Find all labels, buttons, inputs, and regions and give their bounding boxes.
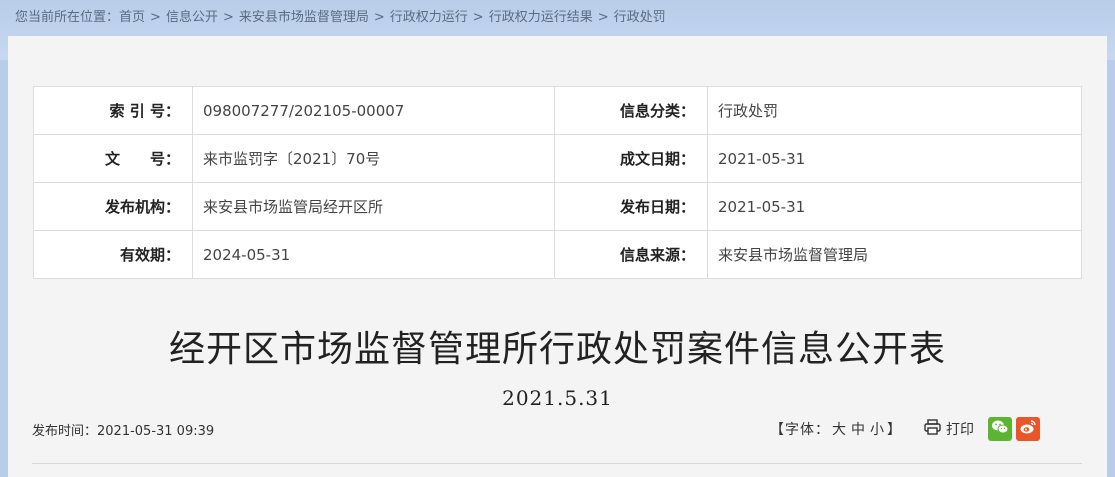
weibo-icon — [1019, 419, 1037, 439]
weibo-share-button[interactable] — [1016, 417, 1040, 441]
publish-date-value: 2021-05-31 — [707, 182, 1082, 231]
breadcrumb-separator: > — [150, 10, 161, 25]
document-number-value: 来市监罚字〔2021〕70号 — [192, 134, 555, 183]
publisher-label: 发布机构： — [33, 182, 193, 231]
breadcrumb-separator: > — [597, 10, 609, 25]
wechat-share-button[interactable] — [988, 417, 1012, 441]
share-buttons — [988, 417, 1044, 441]
written-date-value: 2021-05-31 — [707, 134, 1082, 183]
info-category-label: 信息分类： — [554, 86, 708, 135]
document-date: 2021.5.31 — [502, 386, 613, 410]
breadcrumb-info-public[interactable]: 信息公开 — [166, 10, 218, 25]
breadcrumb-admin-penalty[interactable]: 行政处罚 — [614, 10, 666, 25]
font-size-large[interactable]: 大 — [832, 422, 847, 438]
metadata-row: 有效期： 2024-05-31 信息来源： 来安县市场监督管理局 — [33, 230, 1082, 279]
print-label: 打印 — [946, 422, 974, 438]
breadcrumb-separator: > — [222, 10, 234, 25]
wechat-icon — [991, 419, 1009, 439]
validity-label: 有效期： — [33, 230, 193, 279]
breadcrumb-admin-power[interactable]: 行政权力运行 — [390, 10, 468, 25]
metadata-row: 索 引 号： 098007277/202105-00007 信息分类： 行政处罚 — [33, 86, 1082, 135]
content-panel: 索 引 号： 098007277/202105-00007 信息分类： 行政处罚… — [8, 36, 1107, 477]
validity-value: 2024-05-31 — [192, 230, 555, 279]
breadcrumb-bureau[interactable]: 来安县市场监督管理局 — [239, 10, 369, 25]
breadcrumb-prefix: 您当前所在位置： — [15, 10, 120, 25]
document-number-label: 文 号： — [33, 134, 193, 183]
breadcrumb-separator: > — [373, 10, 385, 25]
metadata-table: 索 引 号： 098007277/202105-00007 信息分类： 行政处罚… — [33, 86, 1082, 279]
breadcrumb-separator: > — [472, 10, 484, 25]
breadcrumb: 您当前所在位置：首页 > 信息公开 > 来安县市场监督管理局 > 行政权力运行 > 行政权力运行… — [15, 6, 666, 25]
written-date-label: 成文日期： — [554, 134, 708, 183]
divider — [32, 463, 1082, 464]
metadata-row: 文 号： 来市监罚字〔2021〕70号 成文日期： 2021-05-31 — [33, 134, 1082, 183]
index-number-label: 索 引 号： — [33, 86, 193, 135]
font-size-control: 【字体：大中小】 — [770, 419, 902, 439]
publish-time: 发布时间：2021-05-31 09:39 — [32, 424, 215, 439]
print-button[interactable]: 打印 — [924, 419, 974, 439]
metadata-row: 发布机构： 来安县市场监管局经开区所 发布日期： 2021-05-31 — [33, 182, 1082, 231]
info-source-value: 来安县市场监督管理局 — [707, 230, 1082, 279]
publisher-value: 来安县市场监管局经开区所 — [192, 182, 555, 231]
font-size-small[interactable]: 小 — [870, 422, 885, 438]
font-size-prefix: 【字体： — [770, 422, 830, 438]
breadcrumb-admin-power-result[interactable]: 行政权力运行结果 — [489, 10, 593, 25]
font-size-suffix: 】 — [887, 422, 902, 438]
breadcrumb-home[interactable]: 首页 — [119, 10, 145, 25]
font-size-medium[interactable]: 中 — [851, 422, 866, 438]
printer-icon — [924, 419, 946, 439]
publish-date-label: 发布日期： — [554, 182, 708, 231]
page-title: 经开区市场监督管理所行政处罚案件信息公开表 — [168, 329, 946, 370]
index-number-value: 098007277/202105-00007 — [192, 86, 555, 135]
article-tools: 【字体：大中小】 打印 — [770, 416, 1044, 442]
info-source-label: 信息来源： — [554, 230, 708, 279]
info-category-value: 行政处罚 — [707, 86, 1082, 135]
